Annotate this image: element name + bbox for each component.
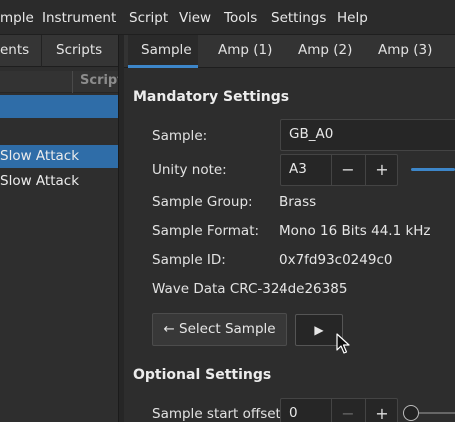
list-item-label: Slow Attack [0, 173, 80, 189]
menu-settings[interactable]: Settings [271, 10, 326, 26]
sample-group-label: Sample Group: [152, 194, 253, 210]
menu-tools[interactable]: Tools [224, 10, 257, 26]
active-tab-indicator [128, 65, 198, 68]
sample-id-value: 0x7fd93c0249c0 [279, 252, 393, 268]
mouse-cursor-icon [336, 333, 350, 354]
unity-note-decrement-button[interactable]: − [331, 155, 364, 185]
sample-id-label: Sample ID: [152, 252, 226, 268]
tab-amp-1[interactable]: Amp (1) [218, 42, 272, 58]
right-panel: Sample Amp (1) Amp (2) Amp (3) Mandatory… [124, 35, 455, 422]
column-divider[interactable] [72, 71, 73, 93]
sample-label: Sample: [152, 128, 208, 144]
start-offset-increment-button[interactable]: + [365, 399, 398, 422]
unity-note-increment-button[interactable]: + [365, 155, 398, 185]
sample-format-value: Mono 16 Bits 44.1 kHz [279, 223, 431, 239]
crc-label: Wave Data CRC-32: [152, 281, 285, 297]
unity-note-value: A3 [289, 161, 307, 177]
tab-instruments[interactable]: ents [0, 42, 29, 58]
sample-start-offset-label: Sample start offset: [152, 406, 286, 422]
tab-sample[interactable]: Sample [141, 42, 192, 58]
unity-note-slider[interactable] [411, 168, 455, 171]
sample-group-value: Brass [279, 194, 317, 210]
list-item[interactable]: Slow Attack [0, 145, 118, 168]
tab-scripts[interactable]: Scripts [56, 42, 102, 58]
unity-note-label: Unity note: [152, 162, 227, 178]
tab-divider [41, 35, 42, 67]
sample-format-label: Sample Format: [152, 223, 260, 239]
unity-note-stepper[interactable]: A3 − + [280, 154, 398, 186]
sample-start-offset-stepper[interactable]: 0 − + [280, 398, 398, 422]
tab-amp-2[interactable]: Amp (2) [298, 42, 352, 58]
list-item[interactable]: Slow Attack [0, 170, 118, 193]
start-offset-decrement-button[interactable]: − [331, 399, 364, 422]
menu-sample[interactable]: mple [0, 10, 34, 26]
sample-field[interactable]: GB_A0 [280, 119, 455, 151]
left-tab-bar: ents Scripts [0, 35, 118, 67]
tab-amp-3[interactable]: Amp (3) [378, 42, 432, 58]
sample-value: GB_A0 [289, 126, 334, 142]
mandatory-settings-title: Mandatory Settings [133, 89, 290, 105]
optional-settings-title: Optional Settings [133, 367, 272, 383]
column-header[interactable]: Script [0, 71, 123, 93]
menu-instrument[interactable]: Instrument [42, 10, 116, 26]
column-header-script[interactable]: Script [80, 73, 123, 88]
select-sample-button[interactable]: ← Select Sample [152, 313, 287, 346]
left-panel: ents Scripts Script Slow Attack Slow Att… [0, 35, 123, 422]
right-tab-bar: Sample Amp (1) Amp (2) Amp (3) [124, 35, 455, 68]
list-item-label: Slow Attack [0, 148, 80, 164]
menu-view[interactable]: View [179, 10, 211, 26]
menu-script[interactable]: Script [129, 10, 168, 26]
menu-help[interactable]: Help [337, 10, 368, 26]
list-item[interactable] [0, 95, 118, 118]
crc-value: 4de26385 [279, 281, 348, 297]
play-icon: ▶ [314, 323, 324, 337]
start-offset-slider-track[interactable] [419, 412, 455, 414]
start-offset-slider-handle[interactable] [403, 405, 419, 421]
menu-bar: mple Instrument Script View Tools Settin… [0, 0, 455, 35]
list-item[interactable] [0, 120, 118, 143]
sample-start-offset-value: 0 [289, 405, 298, 421]
